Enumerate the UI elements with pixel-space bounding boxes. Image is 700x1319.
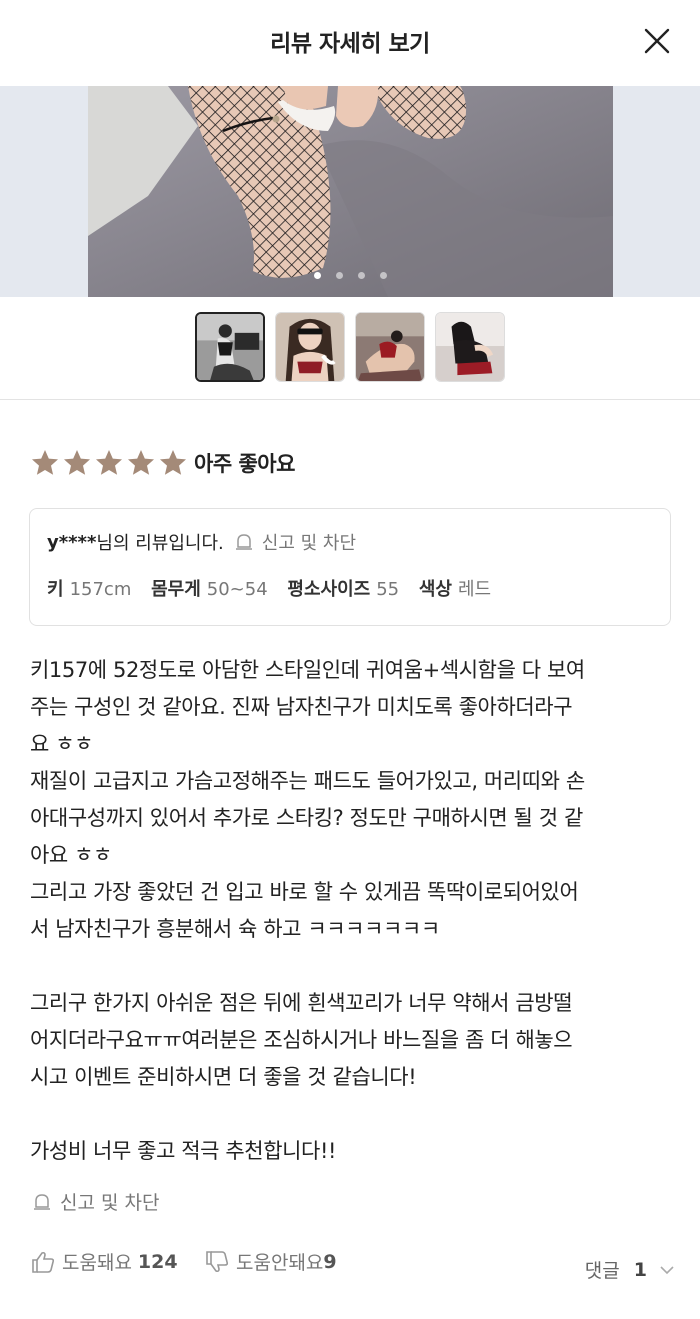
thumbnail-image[interactable] — [435, 312, 505, 382]
review-line: 재질이 고급지고 가슴고정해주는 패드도 들어가있고, 머리띠와 손 — [30, 769, 585, 793]
report-block-label: 신고 및 차단 — [261, 533, 357, 554]
review-text: 키157에 52정도로 아담한 스타일인데 귀여움+섹시함을 다 보여주는 구성… — [30, 652, 670, 1170]
unhelpful-button[interactable]: 도움안돼요 9 — [204, 1248, 337, 1275]
star-icon — [160, 450, 186, 475]
thumbnail-image[interactable] — [195, 312, 265, 382]
star-icon — [96, 450, 122, 475]
helpful-label: 도움돼요 — [62, 1252, 132, 1274]
spec-key-size: 평소사이즈 — [287, 579, 371, 600]
review-line: 주는 구성인 것 같아요. 진짜 남자친구가 미치도록 좋아하더라구 — [30, 695, 573, 719]
reviewer-specs: 키 157cm 몸무게 50~54 평소사이즈 55 색상 레드 — [47, 575, 505, 601]
spec-value-color: 레드 — [457, 579, 492, 600]
review-line: 키157에 52정도로 아담한 스타일인데 귀여움+섹시함을 다 보여 — [30, 658, 585, 682]
review-main-photo[interactable] — [88, 86, 613, 297]
star-icon — [32, 450, 58, 475]
spec-value-height: 157cm — [69, 579, 132, 600]
spec-value-weight: 50~54 — [206, 579, 268, 600]
report-block-link[interactable]: 신고 및 차단 — [234, 529, 356, 555]
section-divider — [0, 399, 700, 400]
reviewer-line: y**** 님의 리뷰입니다. 신고 및 차단 — [47, 529, 356, 555]
review-line: 그리구 한가지 아쉬운 점은 뒤에 흰색꼬리가 너무 약해서 금방떨 — [30, 991, 573, 1015]
thumbnail-image[interactable] — [275, 312, 345, 382]
spec-key-height: 키 — [47, 579, 64, 600]
bell-icon — [34, 1193, 50, 1210]
star-rating — [30, 448, 190, 478]
review-line: 아대구성까지 있어서 추가로 스타킹? 정도만 구매하시면 될 것 같 — [30, 806, 583, 830]
review-line: 시고 이벤트 준비하시면 더 좋을 것 같습니다! — [30, 1065, 417, 1089]
review-line: 아요 ㅎㅎ — [30, 843, 112, 867]
unhelpful-label: 도움안돼요 — [236, 1252, 324, 1274]
carousel-dot[interactable] — [313, 272, 321, 279]
star-icon — [64, 450, 90, 475]
star-icon — [128, 450, 154, 475]
thumbs-down-icon — [206, 1250, 229, 1272]
spec-key-weight: 몸무게 — [151, 579, 201, 600]
carousel-dot[interactable] — [335, 272, 343, 279]
carousel-dot[interactable] — [358, 272, 366, 279]
rating-row: 아주 좋아요 — [30, 446, 295, 480]
helpful-count: 124 — [137, 1250, 178, 1273]
carousel-dot[interactable] — [380, 272, 388, 279]
header-bar: 리뷰 자세히 보기 — [0, 0, 700, 84]
review-line: 그리고 가장 좋았던 건 입고 바로 할 수 있게끔 똑딱이로되어있어 — [30, 880, 579, 904]
review-image-carousel[interactable] — [0, 86, 700, 297]
thumbnail-image[interactable] — [355, 312, 425, 382]
thumbnail-strip — [0, 312, 700, 384]
review-line: 가성비 너무 좋고 적극 추천합니다!! — [30, 1139, 337, 1163]
close-icon[interactable] — [642, 26, 672, 56]
reviewer-info-card: y**** 님의 리뷰입니다. 신고 및 차단 키 157cm 몸무게 50~54 … — [29, 508, 671, 626]
chevron-down-icon — [660, 1265, 674, 1274]
spec-key-color: 색상 — [418, 579, 452, 600]
bell-icon — [235, 534, 252, 550]
report-block-label: 신고 및 차단 — [60, 1192, 160, 1214]
comments-count: 1 — [633, 1258, 647, 1281]
page-title: 리뷰 자세히 보기 — [270, 31, 430, 57]
reviewer-suffix: 님의 리뷰입니다. — [96, 533, 224, 554]
unhelpful-count: 9 — [323, 1250, 337, 1273]
carousel-dots — [88, 264, 613, 283]
helpful-button[interactable]: 도움돼요 124 — [30, 1248, 178, 1275]
review-actions: 도움돼요 124 도움안돼요 9 댓글 1 — [30, 1248, 675, 1284]
thumbs-up-icon — [32, 1251, 55, 1273]
report-block-link-bottom[interactable]: 신고 및 차단 — [32, 1188, 159, 1215]
review-line: 요 ㅎㅎ — [30, 732, 94, 756]
reviewer-name: y**** — [47, 531, 97, 553]
review-line: 서 남자친구가 흥분해서 슉 하고 ㅋㅋㅋㅋㅋㅋㅋ — [30, 917, 440, 941]
review-line — [30, 948, 670, 985]
review-line: 어지더라구요ㅠㅠ여러분은 조심하시거나 바느질을 좀 더 해놓으 — [30, 1028, 573, 1052]
comments-toggle[interactable]: 댓글 1 — [585, 1256, 675, 1283]
review-line — [30, 1096, 670, 1133]
spec-value-size: 55 — [376, 579, 400, 600]
rating-label: 아주 좋아요 — [194, 452, 295, 476]
comments-label: 댓글 — [584, 1260, 620, 1282]
